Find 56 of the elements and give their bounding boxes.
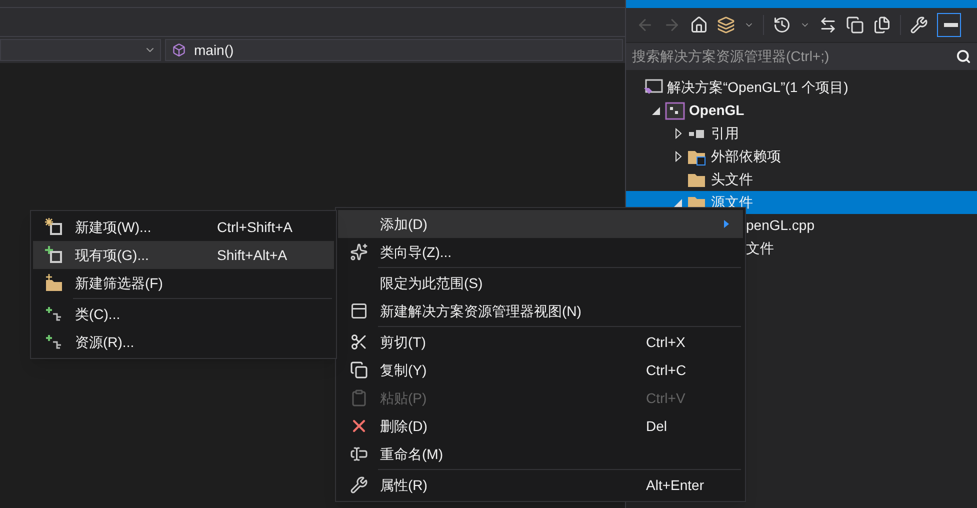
menu-item[interactable]: 新建解决方案资源管理器视图(N)	[338, 297, 743, 325]
search-icon	[956, 49, 971, 64]
add-item-icon	[45, 246, 63, 264]
wrench-icon[interactable]	[910, 16, 928, 34]
home-icon[interactable]	[690, 16, 708, 34]
menu-item[interactable]: 添加(D)	[338, 210, 743, 238]
tree-label: 引用	[711, 124, 739, 143]
menu-item[interactable]: 类向导(Z)...	[338, 238, 743, 266]
expanded-arrow-icon	[652, 106, 660, 114]
tree-label: 解决方案“OpenGL”(1 个项目)	[667, 78, 848, 97]
swap-arrows-icon[interactable]	[819, 16, 837, 34]
history-icon[interactable]	[773, 16, 791, 34]
tree-label: 文件	[746, 239, 774, 258]
class-plus-icon	[45, 306, 63, 322]
cube-icon	[172, 43, 186, 57]
menu-item[interactable]: 限定为此范围(S)	[338, 269, 743, 297]
copy-icon	[350, 361, 368, 379]
pages-icon[interactable]	[873, 16, 891, 34]
tree-item[interactable]: 外部依赖项	[626, 145, 977, 168]
solution-icon	[643, 78, 663, 96]
references-icon	[687, 128, 707, 140]
menu-item[interactable]: 类(C)...	[33, 300, 334, 328]
new-item-icon	[45, 218, 63, 236]
menu-item[interactable]: 重命名(M)	[338, 440, 743, 468]
scissors-icon	[350, 333, 368, 351]
tree-label: OpenGL	[689, 101, 744, 120]
collapse-icon[interactable]	[846, 16, 864, 34]
search-field[interactable]: 搜索解决方案资源管理器(Ctrl+;)	[626, 43, 977, 70]
collapsed-arrow-icon	[674, 128, 682, 139]
member-dropdown[interactable]: main()	[165, 39, 623, 61]
menu-item[interactable]: 现有项(G)... Shift+Alt+A	[33, 241, 334, 269]
menu-item[interactable]: 复制(Y) Ctrl+C	[338, 356, 743, 384]
class-wizard-icon	[350, 243, 368, 261]
rename-icon	[350, 445, 368, 463]
menu-item[interactable]: 剪切(T) Ctrl+X	[338, 328, 743, 356]
auto-hide-button[interactable]	[937, 13, 961, 37]
tree-label: 外部依赖项	[711, 147, 781, 166]
window-view-icon	[350, 302, 368, 320]
tree-label: penGL.cpp	[746, 216, 814, 235]
menu-item[interactable]: 删除(D) Del	[338, 412, 743, 440]
new-folder-icon	[45, 274, 63, 292]
tree-item[interactable]: 引用	[626, 122, 977, 145]
class-plus-icon	[45, 334, 63, 350]
tree-item[interactable]: OpenGL	[626, 99, 977, 122]
tree-item[interactable]: 头文件	[626, 168, 977, 191]
project-icon	[665, 102, 685, 120]
expanded-arrow-icon	[674, 198, 682, 206]
menu-item[interactable]: 属性(R) Alt+Enter	[338, 471, 743, 499]
menu-item[interactable]: 新建筛选器(F)	[33, 269, 334, 297]
menu-item[interactable]: 新建项(W)... Ctrl+Shift+A	[33, 213, 334, 241]
paste-icon	[350, 389, 368, 407]
tree-label: 头文件	[711, 170, 753, 189]
menu-item[interactable]: 资源(R)...	[33, 328, 334, 356]
collapsed-arrow-icon	[674, 151, 682, 162]
wrench-icon	[350, 476, 368, 494]
tree-item[interactable]: 解决方案“OpenGL”(1 个项目)	[626, 76, 977, 99]
